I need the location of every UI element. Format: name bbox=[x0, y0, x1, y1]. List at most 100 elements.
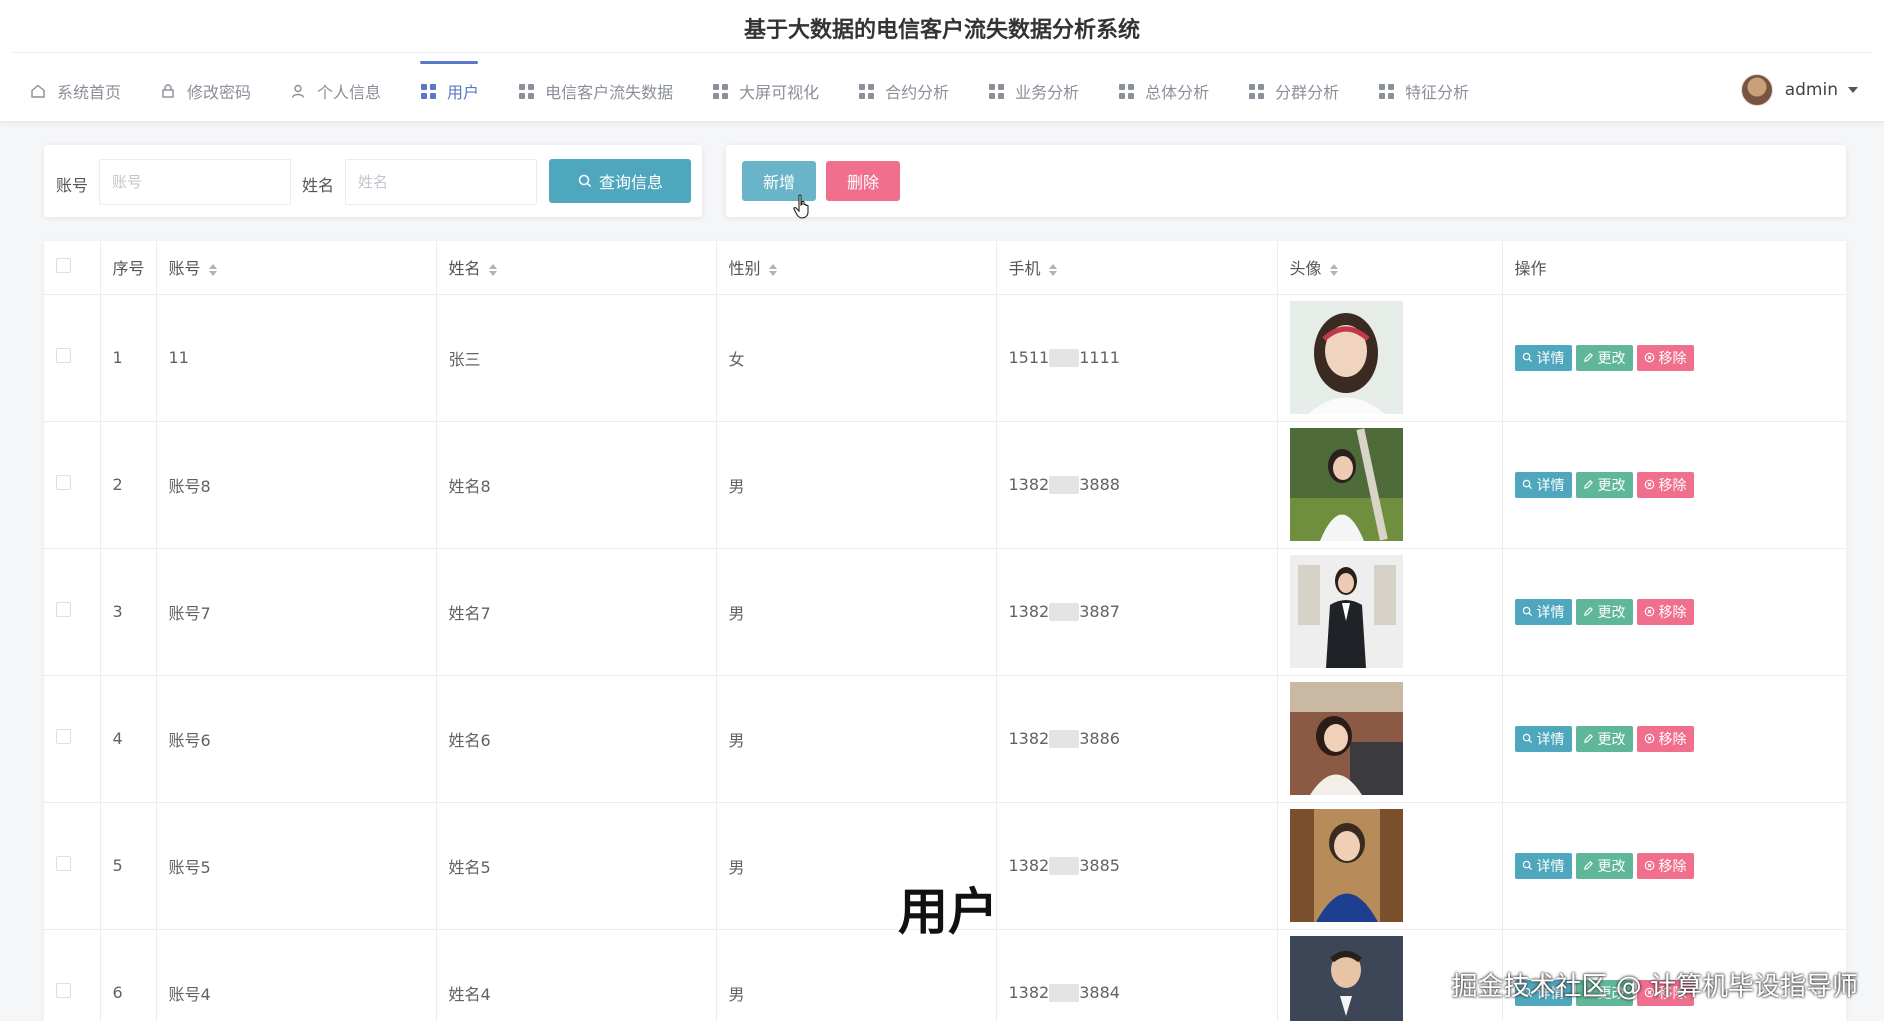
remove-button[interactable]: 移除 bbox=[1636, 344, 1694, 371]
sort-icon[interactable] bbox=[768, 263, 777, 276]
nav-item-label: 修改密码 bbox=[187, 83, 252, 102]
account-label: 账号 bbox=[56, 176, 89, 195]
edit-button[interactable]: 更改 bbox=[1575, 725, 1633, 752]
select-all-cell bbox=[44, 241, 101, 295]
search-icon bbox=[1522, 733, 1532, 744]
column-header-label: 姓名 bbox=[448, 259, 481, 279]
remove-button[interactable]: 移除 bbox=[1636, 852, 1694, 879]
remove-button[interactable]: 移除 bbox=[1636, 725, 1694, 752]
column-header-label: 头像 bbox=[1289, 259, 1322, 279]
edit-button[interactable]: 更改 bbox=[1575, 852, 1633, 879]
remove-label: 移除 bbox=[1658, 731, 1687, 748]
edit-label: 更改 bbox=[1597, 350, 1626, 367]
table-row: 4 账号6 姓名6 男 1382 3886 详情 更改 移除 bbox=[44, 675, 1846, 803]
nav-item-label: 总体分析 bbox=[1145, 83, 1210, 102]
detail-button[interactable]: 详情 bbox=[1514, 598, 1572, 625]
avatar-photo[interactable] bbox=[1289, 428, 1403, 541]
column-header-avatar[interactable]: 头像 bbox=[1277, 241, 1503, 295]
nav-item-label: 特征分析 bbox=[1405, 83, 1470, 102]
row-checkbox[interactable] bbox=[56, 602, 71, 617]
avatar-photo[interactable] bbox=[1289, 555, 1403, 668]
close-circle-icon bbox=[1644, 352, 1654, 363]
nav-item-dashboard[interactable]: 大屏可视化 bbox=[692, 60, 838, 122]
nav-item-business-analysis[interactable]: 业务分析 bbox=[968, 60, 1098, 122]
cell-index: 4 bbox=[100, 675, 157, 803]
column-header-name[interactable]: 姓名 bbox=[436, 241, 717, 295]
nav-item-overall-analysis[interactable]: 总体分析 bbox=[1098, 60, 1228, 122]
column-header-gender[interactable]: 性别 bbox=[716, 241, 997, 295]
cell-name: 张三 bbox=[436, 294, 717, 422]
row-checkbox[interactable] bbox=[56, 475, 71, 490]
grid-icon bbox=[419, 82, 437, 100]
divider bbox=[12, 52, 1872, 53]
nav-item-label: 分群分析 bbox=[1275, 83, 1340, 102]
edit-label: 更改 bbox=[1597, 604, 1626, 621]
cell-index: 6 bbox=[100, 929, 157, 1021]
row-checkbox[interactable] bbox=[56, 729, 71, 744]
cell-account: 11 bbox=[156, 294, 437, 422]
sort-icon[interactable] bbox=[1048, 263, 1057, 276]
detail-button[interactable]: 详情 bbox=[1514, 852, 1572, 879]
nav-item-cluster-analysis[interactable]: 分群分析 bbox=[1228, 60, 1358, 122]
column-header-account[interactable]: 账号 bbox=[156, 241, 437, 295]
phone-suffix: 3885 bbox=[1079, 855, 1120, 875]
edit-button[interactable]: 更改 bbox=[1575, 471, 1633, 498]
lock-icon bbox=[159, 82, 177, 100]
table-row: 2 账号8 姓名8 男 1382 3888 详情 更改 移除 bbox=[44, 421, 1846, 549]
column-header-phone[interactable]: 手机 bbox=[996, 241, 1278, 295]
column-header: 操作 bbox=[1502, 241, 1846, 295]
delete-button[interactable]: 删除 bbox=[826, 161, 900, 201]
cell-actions: 详情 更改 移除 bbox=[1502, 802, 1846, 930]
nav-item-contract-analysis[interactable]: 合约分析 bbox=[838, 60, 968, 122]
avatar bbox=[1740, 74, 1773, 106]
column-header: 序号 bbox=[100, 241, 157, 295]
detail-button[interactable]: 详情 bbox=[1514, 725, 1572, 752]
account-search-input[interactable] bbox=[99, 159, 291, 205]
nav-item-change-password[interactable]: 修改密码 bbox=[140, 60, 270, 122]
cell-gender: 女 bbox=[716, 294, 997, 422]
row-checkbox[interactable] bbox=[56, 856, 71, 871]
pencil-icon bbox=[1583, 480, 1593, 489]
detail-button[interactable]: 详情 bbox=[1514, 471, 1572, 498]
edit-label: 更改 bbox=[1597, 858, 1626, 875]
nav-item-churn-data[interactable]: 电信客户流失数据 bbox=[498, 60, 692, 122]
cell-avatar bbox=[1277, 802, 1503, 930]
pencil-icon bbox=[1583, 861, 1593, 870]
nav-item-label: 用户 bbox=[447, 83, 480, 102]
cell-avatar bbox=[1277, 421, 1503, 549]
grid-icon bbox=[1117, 82, 1135, 100]
edit-button[interactable]: 更改 bbox=[1575, 598, 1633, 625]
nav-item-feature-analysis[interactable]: 特征分析 bbox=[1358, 60, 1488, 122]
name-search-input[interactable] bbox=[345, 159, 537, 205]
query-button[interactable]: 查询信息 bbox=[549, 159, 691, 203]
phone-prefix: 1511 bbox=[1008, 347, 1050, 367]
redaction-block bbox=[1049, 984, 1080, 1003]
sort-icon[interactable] bbox=[208, 263, 217, 276]
remove-button[interactable]: 移除 bbox=[1636, 598, 1694, 625]
cell-actions: 详情 更改 移除 bbox=[1502, 675, 1846, 803]
nav-item-users[interactable]: 用户 bbox=[400, 60, 498, 122]
remove-label: 移除 bbox=[1658, 350, 1687, 367]
remove-button[interactable]: 移除 bbox=[1636, 471, 1694, 498]
detail-button[interactable]: 详情 bbox=[1514, 344, 1572, 371]
select-all-checkbox[interactable] bbox=[56, 257, 71, 273]
column-header-label: 手机 bbox=[1008, 259, 1041, 279]
remove-label: 移除 bbox=[1658, 477, 1687, 494]
user-menu[interactable]: admin bbox=[1740, 74, 1858, 106]
avatar-photo[interactable] bbox=[1289, 936, 1403, 1021]
nav-item-profile[interactable]: 个人信息 bbox=[270, 60, 400, 122]
avatar-photo[interactable] bbox=[1289, 809, 1403, 922]
sort-icon[interactable] bbox=[488, 263, 497, 276]
avatar-photo[interactable] bbox=[1289, 301, 1403, 414]
redaction-block bbox=[1049, 857, 1080, 876]
avatar-photo[interactable] bbox=[1289, 682, 1403, 795]
row-checkbox[interactable] bbox=[56, 348, 71, 363]
cell-name: 姓名7 bbox=[436, 548, 717, 676]
sort-icon[interactable] bbox=[1329, 263, 1338, 276]
nav-item-label: 系统首页 bbox=[57, 83, 122, 102]
nav-item-label: 大屏可视化 bbox=[739, 83, 820, 102]
nav-item-home[interactable]: 系统首页 bbox=[10, 60, 140, 122]
row-checkbox[interactable] bbox=[56, 983, 71, 998]
edit-button[interactable]: 更改 bbox=[1575, 344, 1633, 371]
search-icon bbox=[1522, 352, 1532, 363]
